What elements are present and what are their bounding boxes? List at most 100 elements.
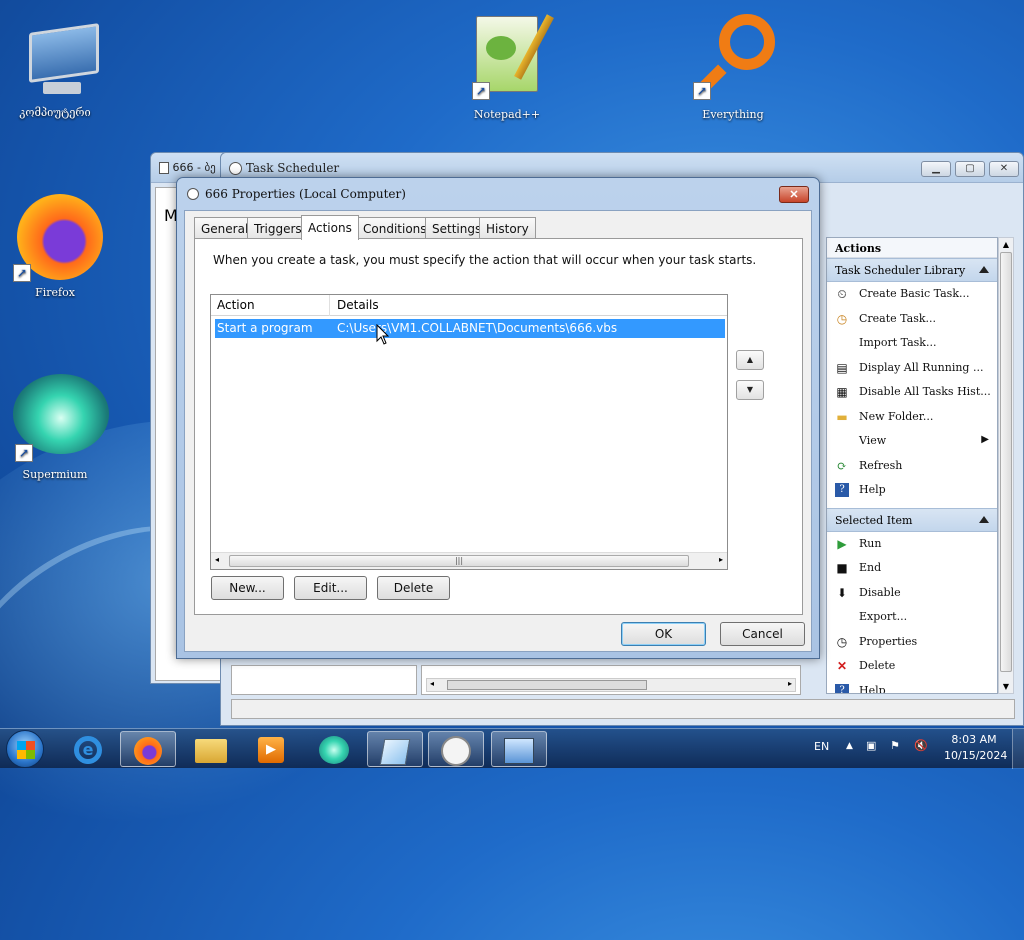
action-center-flag-icon[interactable]: ⚑	[890, 739, 900, 752]
action-disable[interactable]: ⬇ Disable	[827, 581, 997, 606]
action-run[interactable]: ▶ Run	[827, 532, 997, 557]
supermium-icon	[319, 736, 349, 764]
section-selected-item[interactable]: Selected Item	[827, 507, 997, 532]
tab-conditions[interactable]: Conditions	[356, 217, 434, 239]
actions-list[interactable]: Action Details Start a program C:\Users\…	[210, 294, 728, 570]
action-import-task[interactable]: Import Task...	[827, 331, 997, 356]
show-desktop-button[interactable]	[1012, 729, 1024, 769]
action-end[interactable]: ■ End	[827, 556, 997, 581]
maximize-button[interactable]: ▢	[955, 161, 985, 177]
actions-pane-scrollbar[interactable]: ▲ ▼	[998, 237, 1014, 694]
desktop-icon-label: Supermium	[22, 468, 88, 481]
left-pane[interactable]	[231, 665, 417, 695]
action-label: Help	[859, 683, 886, 694]
intro-text: When you create a task, you must specify…	[213, 253, 757, 267]
taskbar-firefox[interactable]	[120, 731, 176, 767]
scroll-right-icon[interactable]: ▸	[719, 555, 723, 564]
desktop-icon-everything[interactable]: ↗ Everything	[678, 12, 788, 121]
show-hidden-icons-icon[interactable]: ▲	[846, 741, 853, 751]
ok-button[interactable]: OK	[621, 622, 706, 646]
horizontal-scrollbar[interactable]: ◂ ||| ▸	[211, 552, 727, 569]
minimize-button[interactable]: ▁	[921, 161, 951, 177]
help-icon: ?	[835, 483, 849, 497]
scroll-thumb[interactable]	[447, 680, 647, 690]
action-create-basic-task[interactable]: ⏲ Create Basic Task...	[827, 282, 997, 307]
move-down-button[interactable]: ▼	[736, 380, 764, 400]
network-icon[interactable]: ▣	[866, 739, 876, 752]
action-delete[interactable]: ✕ Delete	[827, 654, 997, 679]
action-label: View	[859, 434, 887, 447]
action-display-all-running[interactable]: ▤ Display All Running ...	[827, 356, 997, 381]
create-task-icon: ◷	[836, 311, 848, 326]
action-label: Help	[859, 483, 886, 496]
move-up-button[interactable]: ▲	[736, 350, 764, 370]
section-task-scheduler-library[interactable]: Task Scheduler Library	[827, 258, 997, 282]
edit-button[interactable]: Edit...	[294, 576, 367, 600]
desktop-icon-firefox[interactable]: ↗ Firefox	[0, 190, 110, 299]
action-refresh[interactable]: ⟳ Refresh	[827, 454, 997, 479]
new-button[interactable]: New...	[211, 576, 284, 600]
action-disable-all-tasks-history[interactable]: ▦ Disable All Tasks Hist...	[827, 380, 997, 405]
collapse-icon[interactable]	[979, 266, 989, 273]
tab-triggers[interactable]: Triggers	[247, 217, 309, 239]
taskbar-task-scheduler[interactable]	[428, 731, 484, 767]
action-create-task[interactable]: ◷ Create Task...	[827, 307, 997, 332]
desktop-icon-notepad-plus-plus[interactable]: ↗ Notepad++	[452, 12, 562, 121]
list-header: Action Details	[211, 295, 727, 316]
desktop-icon-computer[interactable]: კომპიუტერი	[0, 22, 110, 119]
tab-history[interactable]: History	[479, 217, 536, 239]
start-button[interactable]	[6, 730, 44, 768]
folder-icon: ▬	[836, 409, 848, 424]
taskbar-explorer[interactable]	[183, 731, 239, 767]
disable-icon: ⬇	[836, 585, 848, 600]
language-indicator[interactable]: EN	[814, 740, 829, 753]
scroll-thumb[interactable]	[1000, 252, 1012, 672]
column-header-action[interactable]: Action	[217, 298, 255, 312]
column-header-details[interactable]: Details	[337, 298, 379, 312]
action-export[interactable]: Export...	[827, 605, 997, 630]
action-help[interactable]: ? Help	[827, 478, 997, 503]
collapse-icon[interactable]	[979, 515, 989, 523]
table-row[interactable]: Start a program C:\Users\VM1.COLLABNET\D…	[215, 319, 725, 338]
tab-actions[interactable]: Actions	[301, 215, 359, 240]
close-button[interactable]: ✕	[779, 186, 809, 203]
task-list-pane[interactable]: ◂ ▸	[421, 665, 801, 695]
close-button[interactable]: ✕	[989, 161, 1019, 177]
action-properties[interactable]: ◷ Properties	[827, 630, 997, 655]
properties-dialog[interactable]: 666 Properties (Local Computer) ✕ Genera…	[176, 177, 820, 659]
scroll-up-icon[interactable]: ▲	[999, 240, 1013, 249]
everything-search-icon: ↗	[683, 12, 783, 100]
taskbar-editor[interactable]	[367, 731, 423, 767]
clock-date: 10/15/2024	[944, 749, 1008, 762]
desktop-icon-label: Everything	[702, 108, 764, 121]
desktop-icon-label: კომპიუტერი	[19, 106, 91, 119]
scroll-left-icon[interactable]: ◂	[430, 679, 434, 688]
end-icon: ■	[836, 561, 848, 575]
help-icon: ?	[835, 683, 849, 693]
clock-area[interactable]: 8:03 AM 10/15/2024	[944, 733, 1008, 762]
taskbar-ie[interactable]: e	[60, 731, 116, 767]
volume-muted-icon[interactable]: 🔇	[914, 739, 928, 752]
scroll-thumb[interactable]: |||	[229, 555, 689, 567]
editor-icon	[379, 739, 411, 765]
action-new-folder[interactable]: ▬ New Folder...	[827, 405, 997, 430]
taskbar-media-player[interactable]: ▶	[243, 731, 299, 767]
delete-button[interactable]: Delete	[377, 576, 450, 600]
action-view[interactable]: View ▶	[827, 429, 997, 454]
desktop-icon-supermium[interactable]: ↗ Supermium	[0, 372, 110, 481]
scroll-right-icon[interactable]: ▸	[788, 679, 792, 688]
delete-icon: ✕	[836, 659, 848, 673]
window-title-text: Task Scheduler	[245, 161, 340, 175]
taskbar-control-panel[interactable]	[491, 731, 547, 767]
action-help-selected[interactable]: ? Help	[827, 679, 997, 694]
action-label: Delete	[859, 659, 896, 672]
taskbar-supermium[interactable]	[306, 731, 362, 767]
clock-icon	[229, 162, 242, 175]
scroll-left-icon[interactable]: ◂	[215, 555, 219, 564]
horizontal-scrollbar[interactable]: ◂ ▸	[426, 678, 796, 692]
notepad-plus-plus-icon: ↗	[462, 12, 554, 100]
scroll-down-icon[interactable]: ▼	[999, 682, 1013, 691]
media-player-icon: ▶	[258, 737, 284, 763]
cancel-button[interactable]: Cancel	[720, 622, 805, 646]
action-label: Run	[859, 536, 882, 550]
